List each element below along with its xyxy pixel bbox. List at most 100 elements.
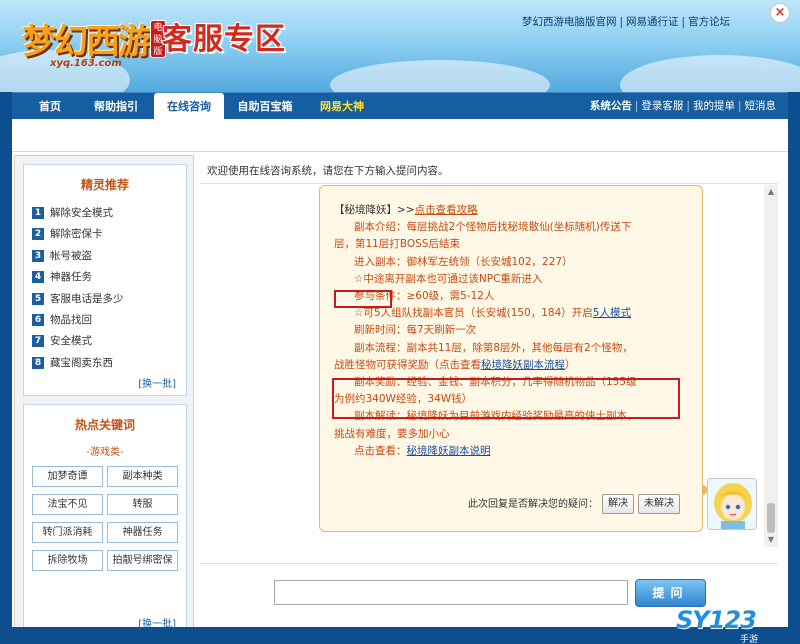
separator: |: [686, 100, 690, 112]
item-label: 物品找回: [50, 313, 92, 326]
sub-header-strip: [12, 119, 788, 152]
cloud-decoration: [330, 60, 550, 92]
answer-line: 点击查看：: [354, 444, 407, 457]
answer-line: ）: [565, 358, 576, 371]
keywords-title: 热点关键词: [74, 418, 135, 432]
item-label: 安全模式: [50, 335, 92, 348]
keyword-button[interactable]: 加梦奇谭: [32, 466, 103, 487]
page-title: 客服专区: [162, 22, 286, 57]
item-number: 5: [32, 292, 44, 305]
item-number: 8: [32, 356, 44, 369]
item-label: 客服电话是多少: [50, 292, 124, 305]
watermark-text: SY123: [676, 606, 757, 634]
answer-line: ☆可5人组队找副本官员（长安城(150，184）开启: [354, 307, 593, 320]
list-item[interactable]: 8 藏宝阁卖东西: [32, 353, 186, 374]
list-item[interactable]: 2 解除密保卡: [32, 224, 186, 245]
assistant-avatar: [707, 478, 757, 530]
main-nav: 首页 帮助指引 在线咨询 自助百宝箱 网易大神 系统公告 | 登录客服 | 我的提单 | 短…: [12, 92, 788, 120]
logo-text: 梦幻西游: [22, 22, 152, 62]
solved-button[interactable]: 解决: [602, 494, 634, 514]
close-icon[interactable]: ×: [770, 3, 790, 23]
guide-link[interactable]: 点击查看攻略: [415, 204, 478, 216]
login-service-link[interactable]: 登录客服: [641, 100, 683, 112]
unsolved-button[interactable]: 未解决: [638, 494, 680, 514]
list-item[interactable]: 7 安全模式: [32, 331, 186, 352]
feedback-question: 此次回复是否解决您的疑问：: [468, 499, 598, 510]
tab-online-consult[interactable]: 在线咨询: [154, 93, 224, 120]
recommend-title: 精灵推荐: [80, 178, 129, 192]
official-site-link[interactable]: 梦幻西游电脑版官网: [522, 16, 617, 28]
sidebar: 精灵推荐 1 解除安全模式 2 解除密保卡 3 帐号被盗 4 神器任务 5 客服电话是多少…: [14, 155, 194, 641]
separator: |: [681, 16, 686, 28]
feedback-row: 此次回复是否解决您的疑问： 解决 未解决: [468, 494, 680, 514]
messages-link[interactable]: 短消息: [745, 100, 777, 112]
item-label: 帐号被盗: [50, 249, 92, 262]
keyword-button[interactable]: 副本种类: [107, 466, 178, 487]
answer-bubble: 【秘境降妖】>>点击查看攻略 副本介绍：每层挑战2个怪物后找秘境散仙(坐标随机)…: [319, 185, 711, 532]
keyword-button[interactable]: 拆除牧场: [32, 550, 103, 571]
dungeon-guide-link[interactable]: 秘境降妖副本说明: [407, 445, 491, 457]
five-player-mode-link[interactable]: 5人模式: [593, 307, 631, 319]
separator: |: [619, 16, 624, 28]
item-number: 2: [32, 228, 44, 241]
answer-line: 进入副本：御林军左统领（长安城102，227）: [354, 255, 573, 268]
item-number: 4: [32, 271, 44, 284]
recommend-list: 1 解除安全模式 2 解除密保卡 3 帐号被盗 4 神器任务 5 客服电话是多少 6 物品找…: [32, 203, 186, 374]
keywords-grid: 加梦奇谭 副本种类法宝不见 转服转门派消耗 神器任务拆除牧场 拍靓号绑密保: [32, 466, 188, 578]
separator: |: [634, 100, 639, 112]
game-logo[interactable]: 梦幻西游 电脑版 xyq.163.com: [10, 6, 166, 69]
welcome-text: 欢迎使用在线咨询系统，请您在下方输入提问内容。: [207, 165, 449, 177]
item-number: 7: [32, 335, 44, 348]
forum-link[interactable]: 官方论坛: [688, 16, 730, 28]
footer-strip: [12, 627, 788, 644]
keyword-button[interactable]: 转门派消耗: [32, 522, 103, 543]
watermark-sub: 手游: [740, 635, 759, 644]
dungeon-flow-link[interactable]: 秘境降妖副本流程: [481, 359, 565, 371]
main-content: 精灵推荐 1 解除安全模式 2 解除密保卡 3 帐号被盗 4 神器任务 5 客服电话是多少…: [12, 119, 788, 644]
answer-line: 刷新时间：每7天刷新一次: [354, 324, 477, 337]
list-item[interactable]: 3 帐号被盗: [32, 246, 186, 267]
keyword-button[interactable]: 拍靓号绑密保: [107, 550, 178, 571]
highlight-box: [332, 378, 680, 419]
recommend-panel: 精灵推荐 1 解除安全模式 2 解除密保卡 3 帐号被盗 4 神器任务 5 客服电话是多少…: [23, 164, 187, 396]
keyword-button[interactable]: 法宝不见: [32, 494, 103, 515]
answer-heading: 【秘境降妖】>>: [334, 204, 415, 216]
tab-home[interactable]: 首页: [24, 93, 76, 120]
nav-right-links: 系统公告 | 登录客服 | 我的提单 | 短消息: [590, 93, 776, 120]
item-number: 6: [32, 313, 44, 326]
swap-batch-button[interactable]: [换一批]: [138, 375, 176, 390]
tab-netease-dashen[interactable]: 网易大神: [308, 93, 376, 120]
tab-help-guide[interactable]: 帮助指引: [82, 93, 150, 120]
logo-url: xyq.163.com: [50, 58, 122, 69]
cloud-decoration: [620, 55, 800, 92]
scroll-up-icon[interactable]: ▲: [764, 185, 778, 199]
highlight-box: [334, 290, 392, 308]
item-number: 3: [32, 249, 44, 262]
question-input[interactable]: [274, 580, 628, 605]
list-item[interactable]: 6 物品找回: [32, 310, 186, 331]
ask-button[interactable]: 提问: [635, 579, 706, 607]
tab-self-service[interactable]: 自助百宝箱: [228, 93, 302, 120]
separator: |: [737, 100, 742, 112]
keyword-button[interactable]: 神器任务: [107, 522, 178, 543]
answer-line: ≥60级，需5-12人: [406, 290, 495, 303]
fairy-avatar-icon: [714, 483, 752, 529]
netease-pass-link[interactable]: 网易通行证: [626, 16, 679, 28]
scroll-down-icon[interactable]: ▼: [764, 533, 778, 547]
answer-line: 副本流程：副本共11层，除第8层外，其他每层有2个怪物，: [354, 341, 633, 354]
keywords-panel: 热点关键词 -游戏类- 加梦奇谭 副本种类法宝不见 转服转门派消耗 神器任务拆除牧场拍…: [23, 404, 187, 636]
scroll-thumb[interactable]: [767, 503, 775, 533]
list-item[interactable]: 5 客服电话是多少: [32, 289, 186, 310]
answer-text: 【秘境降妖】>>点击查看攻略 副本介绍：每层挑战2个怪物后找秘境散仙(坐标随机)…: [334, 202, 686, 460]
answer-line: 战胜怪物可获得奖励（点击查看: [334, 358, 481, 371]
system-notice-link[interactable]: 系统公告: [590, 100, 632, 112]
answer-line: ☆中途离开副本也可通过该NPC重新进入: [354, 272, 543, 285]
chat-scrollbar[interactable]: ▲ ▼: [764, 185, 778, 547]
list-item[interactable]: 4 神器任务: [32, 267, 186, 288]
item-label: 解除密保卡: [50, 228, 103, 241]
list-item[interactable]: 1 解除安全模式: [32, 203, 186, 224]
my-tickets-link[interactable]: 我的提单: [693, 100, 735, 112]
keyword-button[interactable]: 转服: [107, 494, 178, 515]
answer-line: 层，第11层打BOSS后结束: [334, 238, 460, 251]
site-header: 梦幻西游 电脑版 xyq.163.com 客服专区 梦幻西游电脑版官网 | 网易通行…: [0, 0, 800, 92]
